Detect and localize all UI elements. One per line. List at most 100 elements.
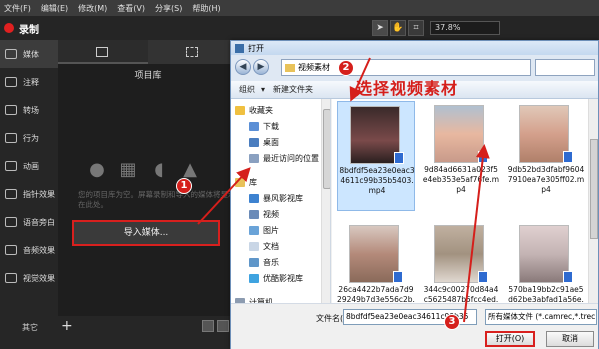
nav-label: 暴风影视库: [263, 193, 303, 203]
video-thumbnail: [434, 225, 484, 283]
nav-item-audio-effects[interactable]: 音频效果: [0, 236, 58, 264]
nav-scroll-thumb[interactable]: [323, 109, 330, 189]
record-circle-icon: ●: [89, 159, 105, 180]
record-label[interactable]: 录制: [19, 21, 39, 36]
video-file-icon: [394, 152, 404, 164]
speaker-icon: ◖: [154, 159, 164, 180]
video-thumbnail: [349, 225, 399, 283]
file-list-scroll-thumb[interactable]: [590, 139, 598, 239]
video-file-icon: [563, 151, 573, 163]
video-library-icon: [249, 193, 259, 203]
nav-item-visual-effects[interactable]: 视觉效果: [0, 264, 58, 292]
hand-tool-icon[interactable]: ✋: [390, 20, 406, 36]
nav-storm[interactable]: 暴风影视库: [249, 191, 303, 205]
zoom-level[interactable]: 37.8%: [430, 21, 500, 35]
nav-download[interactable]: 下载: [249, 119, 279, 133]
video-file-icon: [393, 271, 403, 283]
step3-badge: 3: [444, 314, 460, 330]
address-path: 视频素材: [298, 63, 330, 72]
crop-tool-icon[interactable]: ⌗: [408, 20, 424, 36]
nav-youku[interactable]: 优酷影视库: [249, 271, 303, 285]
menu-help[interactable]: 帮助(H): [192, 3, 220, 14]
nav-label: 音频效果: [23, 245, 55, 255]
list-view-icon[interactable]: [217, 320, 229, 332]
desktop-icon: [249, 137, 259, 147]
menu-file[interactable]: 文件(F): [4, 3, 31, 14]
file-item[interactable]: 8bdfdf5ea23e0eac34611c99b35b5403.mp4: [337, 101, 415, 211]
video-icon: [249, 209, 259, 219]
microphone-icon: [5, 217, 17, 227]
file-name: 9db52bd3dfabf96047910ea7e305ff02.mp4: [507, 165, 585, 194]
record-icon[interactable]: [4, 23, 14, 33]
annotation-icon: [5, 77, 17, 87]
nav-label: 指针效果: [23, 189, 55, 199]
media-bin-panel: 项目库 ● ▦ ◖ ▲ 您的项目库为空。屏幕录制和导入的媒体将显示在此处。 导入…: [58, 40, 238, 316]
file-name: 8bdfdf5ea23e0eac34611c99b35b5403.mp4: [339, 166, 415, 195]
video-thumbnail: [519, 105, 569, 163]
forward-icon[interactable]: ▶: [253, 59, 269, 75]
panel-tabs: [58, 40, 238, 64]
nav-item-annotations[interactable]: 注释: [0, 68, 58, 96]
import-media-button[interactable]: 导入媒体...: [72, 220, 220, 246]
address-bar[interactable]: 视频素材: [281, 59, 531, 76]
organize-button[interactable]: 组织: [239, 84, 255, 95]
nav-desktop[interactable]: 桌面: [249, 135, 279, 149]
document-icon: [249, 241, 259, 251]
file-item[interactable]: 9db52bd3dfabf96047910ea7e305ff02.mp4: [507, 101, 585, 211]
title-bar: 录制 ➤ ✋ ⌗ 37.8%: [0, 16, 599, 40]
nav-item-transitions[interactable]: 转场: [0, 96, 58, 124]
video-file-icon: [478, 151, 488, 163]
visual-effects-icon: [5, 273, 17, 283]
canvas-tools: ➤ ✋ ⌗: [372, 20, 424, 36]
menu-edit[interactable]: 编辑(E): [41, 3, 68, 14]
tab-library[interactable]: [148, 40, 238, 64]
menu-view[interactable]: 查看(V): [117, 3, 145, 14]
pointer-tool-icon[interactable]: ➤: [372, 20, 388, 36]
nav-documents[interactable]: 文档: [249, 239, 279, 253]
nav-label: 语音旁白: [23, 217, 55, 227]
back-icon[interactable]: ◀: [235, 59, 251, 75]
youku-icon: [249, 273, 259, 283]
file-item[interactable]: 9d84ad6631a023f5e4eb353e5af76fe.mp4: [422, 101, 500, 211]
nav-music[interactable]: 音乐: [249, 255, 279, 269]
nav-pictures[interactable]: 图片: [249, 223, 279, 237]
grid-view-icon[interactable]: [202, 320, 214, 332]
tab-media-bin[interactable]: [58, 40, 148, 64]
nav-label: 动画: [23, 161, 39, 171]
menu-modify[interactable]: 修改(M): [78, 3, 107, 14]
video-file-icon: [563, 271, 573, 283]
nav-label: 图片: [263, 225, 279, 235]
nav-video[interactable]: 视频: [249, 207, 279, 221]
menu-share[interactable]: 分享(S): [155, 3, 182, 14]
transition-icon: [5, 105, 17, 115]
step2-badge: 2: [338, 60, 354, 76]
file-type-select[interactable]: 所有媒体文件 (*.camrec,*.trec: [485, 309, 597, 325]
nav-item-media[interactable]: 媒体: [0, 40, 58, 68]
music-icon: [249, 257, 259, 267]
nav-label: 行为: [23, 133, 39, 143]
video-thumbnail: [434, 105, 484, 163]
folder-icon: [285, 63, 295, 72]
more-button[interactable]: 其它: [22, 322, 38, 333]
nav-recent[interactable]: 最近访问的位置: [249, 151, 319, 165]
film-icon: [96, 47, 108, 57]
video-file-icon: [478, 271, 488, 283]
nav-item-voice-narration[interactable]: 语音旁白: [0, 208, 58, 236]
select-video-caption: 选择视频素材: [356, 79, 459, 98]
new-folder-button[interactable]: 新建文件夹: [273, 84, 313, 95]
nav-favorites[interactable]: 收藏夹: [235, 103, 273, 117]
open-button[interactable]: 打开(O): [485, 331, 535, 347]
nav-item-cursor-effects[interactable]: 指针效果: [0, 180, 58, 208]
cancel-button[interactable]: 取消: [546, 331, 594, 347]
download-icon: [249, 121, 259, 131]
nav-libraries[interactable]: 库: [235, 175, 257, 189]
nav-label: 转场: [23, 105, 39, 115]
search-input[interactable]: [535, 59, 595, 76]
dialog-footer: 文件名(N): 8bdfdf5ea23e0eac34611c99b35 所有媒体…: [231, 303, 598, 349]
film-strip-icon: ▦: [119, 159, 137, 180]
nav-label: 视觉效果: [23, 273, 55, 283]
add-icon[interactable]: +: [61, 318, 73, 334]
nav-item-behaviors[interactable]: 行为: [0, 124, 58, 152]
nav-item-animations[interactable]: 动画: [0, 152, 58, 180]
video-thumbnail: [519, 225, 569, 283]
